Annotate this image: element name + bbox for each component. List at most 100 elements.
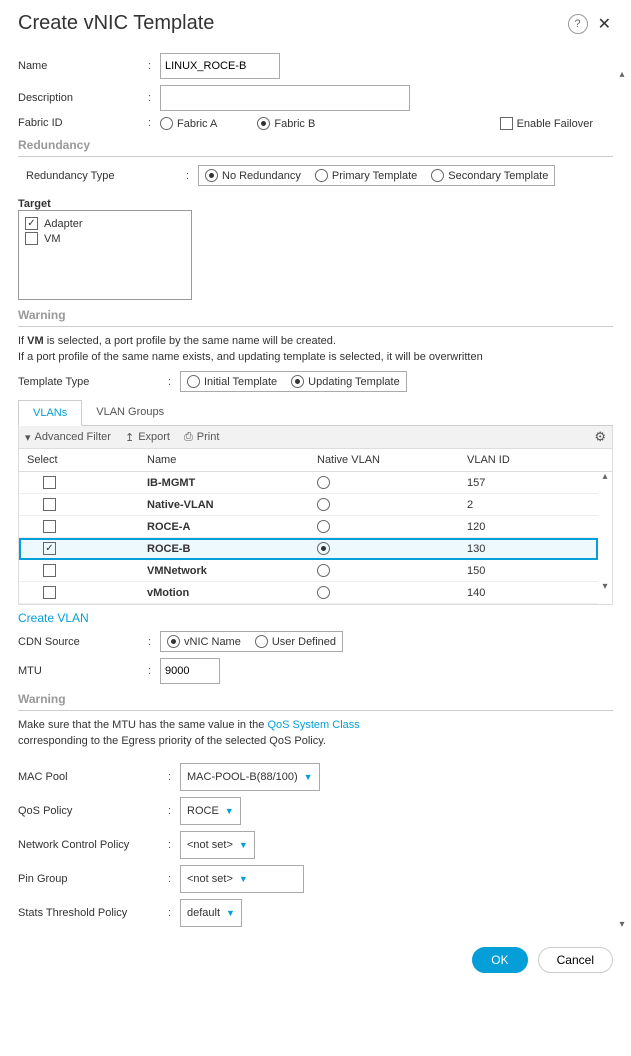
fabric-id-label: Fabric ID bbox=[18, 117, 148, 129]
col-select[interactable]: Select bbox=[27, 454, 147, 466]
advanced-filter-button[interactable]: ▾ Advanced Filter bbox=[25, 431, 111, 444]
qos-system-class-link[interactable]: QoS System Class bbox=[267, 719, 359, 731]
cdn-vnic-name-radio[interactable]: vNIC Name bbox=[167, 635, 241, 648]
native-vlan-radio[interactable] bbox=[317, 542, 330, 555]
scroll-down-icon[interactable]: ▾ bbox=[619, 920, 624, 930]
network-control-policy-select[interactable]: <not set>▼ bbox=[180, 831, 255, 859]
fabric-a-radio[interactable]: Fabric A bbox=[160, 117, 217, 130]
target-vm-option[interactable]: VM bbox=[25, 232, 185, 245]
row-name: IB-MGMT bbox=[147, 477, 317, 489]
vlan-tabs: VLANs VLAN Groups bbox=[18, 400, 613, 426]
redundancy-type-group: No Redundancy Primary Template Secondary… bbox=[198, 165, 555, 186]
print-button[interactable]: ⎙ Print bbox=[184, 431, 219, 444]
native-vlan-radio[interactable] bbox=[317, 586, 330, 599]
col-vlan-id[interactable]: VLAN ID bbox=[467, 454, 567, 466]
fabric-b-radio[interactable]: Fabric B bbox=[257, 117, 315, 130]
warning-heading: Warning bbox=[18, 308, 613, 322]
scroll-up-icon[interactable]: ▴ bbox=[602, 472, 607, 482]
mac-pool-select[interactable]: MAC-POOL-B(88/100)▼ bbox=[180, 763, 320, 791]
close-icon[interactable]: ✕ bbox=[596, 14, 613, 34]
description-input[interactable] bbox=[160, 85, 410, 111]
name-label: Name bbox=[18, 60, 148, 72]
radio-icon bbox=[431, 169, 444, 182]
grid-scrollbar[interactable]: ▴ ▾ bbox=[598, 472, 612, 592]
row-name: ROCE-A bbox=[147, 521, 317, 533]
native-vlan-radio[interactable] bbox=[317, 520, 330, 533]
create-vnic-template-dialog: ▴ ▾ Create vNIC Template ? ✕ Name : Desc… bbox=[0, 0, 631, 985]
qos-policy-select[interactable]: ROCE▼ bbox=[180, 797, 241, 825]
row-select-checkbox[interactable] bbox=[43, 586, 56, 599]
vm-warning-line1: If VM is selected, a port profile by the… bbox=[18, 335, 613, 347]
tab-vlan-groups[interactable]: VLAN Groups bbox=[82, 400, 178, 425]
grid-toolbar: ▾ Advanced Filter ↥ Export ⎙ Print ⚙ bbox=[18, 426, 613, 449]
radio-icon bbox=[187, 375, 200, 388]
network-control-policy-label: Network Control Policy bbox=[18, 839, 168, 851]
row-vlan-id: 120 bbox=[467, 521, 567, 533]
row-select-checkbox[interactable] bbox=[43, 498, 56, 511]
stats-threshold-policy-label: Stats Threshold Policy bbox=[18, 907, 168, 919]
table-row[interactable]: vMotion 140 bbox=[19, 582, 598, 604]
chevron-down-icon: ▼ bbox=[239, 840, 248, 850]
name-input[interactable] bbox=[160, 53, 280, 79]
row-select-checkbox[interactable] bbox=[43, 564, 56, 577]
row-select-checkbox[interactable] bbox=[43, 476, 56, 489]
table-row[interactable]: IB-MGMT 157 bbox=[19, 472, 598, 494]
row-name: vMotion bbox=[147, 587, 317, 599]
tab-vlans[interactable]: VLANs bbox=[18, 400, 82, 426]
row-vlan-id: 157 bbox=[467, 477, 567, 489]
native-vlan-radio[interactable] bbox=[317, 476, 330, 489]
col-name[interactable]: Name bbox=[147, 454, 317, 466]
radio-icon bbox=[257, 117, 270, 130]
filter-icon: ▾ bbox=[25, 431, 31, 444]
checkbox-icon bbox=[500, 117, 513, 130]
outer-scrollbar[interactable]: ▴ ▾ bbox=[615, 70, 629, 930]
table-row[interactable]: ROCE-A 120 bbox=[19, 516, 598, 538]
stats-threshold-policy-select[interactable]: default▼ bbox=[180, 899, 242, 927]
dialog-title: Create vNIC Template bbox=[18, 12, 214, 35]
cdn-user-defined-radio[interactable]: User Defined bbox=[255, 635, 336, 648]
primary-template-radio[interactable]: Primary Template bbox=[315, 169, 417, 182]
create-vlan-link[interactable]: Create VLAN bbox=[18, 611, 89, 625]
row-select-checkbox[interactable] bbox=[43, 520, 56, 533]
settings-gear-icon[interactable]: ⚙ bbox=[594, 429, 606, 445]
grid-header-row: Select Name Native VLAN VLAN ID bbox=[19, 449, 612, 472]
help-icon[interactable]: ? bbox=[568, 14, 588, 34]
table-row[interactable]: ROCE-B130 bbox=[19, 538, 598, 560]
scroll-up-icon[interactable]: ▴ bbox=[619, 70, 624, 80]
row-name: Native-VLAN bbox=[147, 499, 317, 511]
pin-group-label: Pin Group bbox=[18, 873, 168, 885]
scroll-down-icon[interactable]: ▾ bbox=[602, 582, 607, 592]
col-native[interactable]: Native VLAN bbox=[317, 454, 467, 466]
radio-icon bbox=[315, 169, 328, 182]
vlan-grid: Select Name Native VLAN VLAN ID IB-MGMT 1… bbox=[18, 449, 613, 605]
no-redundancy-radio[interactable]: No Redundancy bbox=[205, 169, 301, 182]
pin-group-select[interactable]: <not set>▼ bbox=[180, 865, 304, 893]
checkbox-icon bbox=[25, 217, 38, 230]
initial-template-radio[interactable]: Initial Template bbox=[187, 375, 277, 388]
row-vlan-id: 140 bbox=[467, 587, 567, 599]
target-listbox[interactable]: Adapter VM bbox=[18, 210, 192, 300]
cdn-source-label: CDN Source bbox=[18, 636, 148, 648]
target-adapter-option[interactable]: Adapter bbox=[25, 217, 185, 230]
export-button[interactable]: ↥ Export bbox=[125, 431, 170, 444]
ok-button[interactable]: OK bbox=[472, 947, 527, 973]
print-icon: ⎙ bbox=[184, 431, 193, 444]
mtu-input[interactable] bbox=[160, 658, 220, 684]
secondary-template-radio[interactable]: Secondary Template bbox=[431, 169, 548, 182]
row-vlan-id: 150 bbox=[467, 565, 567, 577]
native-vlan-radio[interactable] bbox=[317, 564, 330, 577]
description-label: Description bbox=[18, 92, 148, 104]
table-row[interactable]: VMNetwork150 bbox=[19, 560, 598, 582]
chevron-down-icon: ▼ bbox=[304, 772, 313, 782]
radio-icon bbox=[291, 375, 304, 388]
native-vlan-radio[interactable] bbox=[317, 498, 330, 511]
enable-failover-checkbox[interactable]: Enable Failover bbox=[500, 117, 593, 130]
cancel-button[interactable]: Cancel bbox=[538, 947, 613, 973]
table-row[interactable]: Native-VLAN2 bbox=[19, 494, 598, 516]
row-select-checkbox[interactable] bbox=[43, 542, 56, 555]
radio-icon bbox=[255, 635, 268, 648]
template-type-group: Initial Template Updating Template bbox=[180, 371, 407, 392]
target-label: Target bbox=[18, 198, 613, 210]
updating-template-radio[interactable]: Updating Template bbox=[291, 375, 400, 388]
qos-policy-label: QoS Policy bbox=[18, 805, 168, 817]
